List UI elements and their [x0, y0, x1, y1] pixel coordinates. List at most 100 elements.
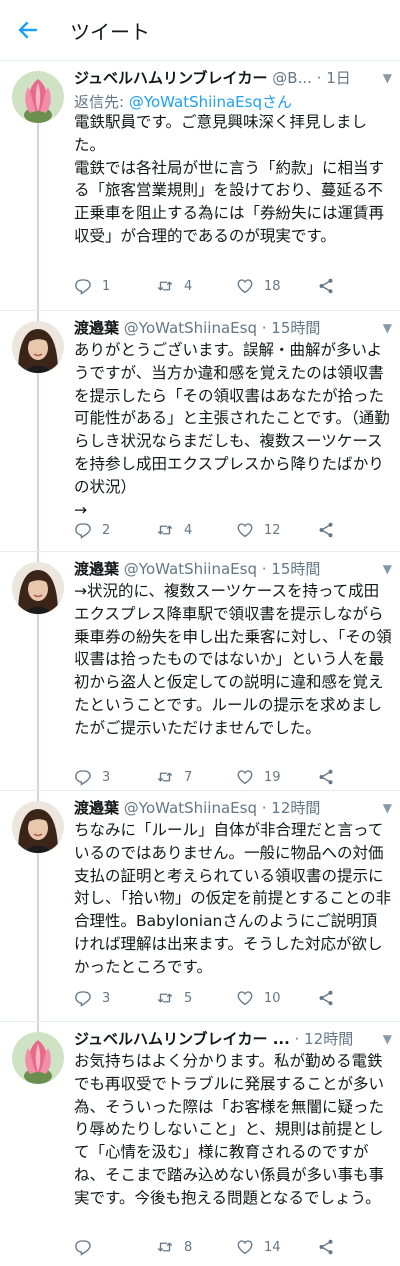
- like-button[interactable]: 19: [236, 768, 281, 786]
- share-button[interactable]: [317, 989, 335, 1007]
- display-name[interactable]: 渡邉葉: [74, 799, 119, 817]
- display-name[interactable]: ジュベルハムリンブレイカー ...: [74, 1030, 290, 1048]
- tweet[interactable]: ジュベルハムリンブレイカー @B... · 1日 ▼ 返信先: @YoWatSh…: [0, 61, 400, 311]
- retweet-button[interactable]: 7: [156, 768, 192, 786]
- reply-count: 3: [102, 990, 111, 1006]
- reply-count: 3: [102, 769, 111, 785]
- retweet-count: 4: [184, 278, 193, 294]
- avatar[interactable]: [12, 562, 64, 614]
- share-button[interactable]: [317, 277, 335, 295]
- like-count: 12: [264, 522, 281, 538]
- like-count: 18: [264, 278, 281, 294]
- tweet-text: 電鉄駅員です。ご意見興味深く拝見しました。 電鉄では各社局が世に言う「約款」に相…: [74, 113, 385, 245]
- retweet-icon: [156, 768, 174, 786]
- reply-button[interactable]: 3: [74, 989, 110, 1007]
- tweet-header: ジュベルハムリンブレイカー @B... · 1日: [74, 69, 351, 87]
- retweet-count: 4: [184, 522, 193, 538]
- thread-line: [37, 552, 39, 562]
- retweet-button[interactable]: 5: [156, 989, 192, 1007]
- like-button[interactable]: 10: [236, 989, 281, 1007]
- avatar[interactable]: [12, 1032, 64, 1084]
- tweet-header: 渡邉葉 @YoWatShiinaEsq · 15時間: [74, 560, 321, 578]
- tweet-actions: 3 7 19: [74, 768, 364, 790]
- reply-icon: [74, 989, 92, 1007]
- tweet-header: 渡邉葉 @YoWatShiinaEsq · 15時間: [74, 319, 321, 337]
- thread-line: [37, 311, 39, 321]
- retweet-icon: [156, 989, 174, 1007]
- thread-line: [37, 791, 39, 801]
- chevron-down-icon[interactable]: ▼: [383, 71, 392, 85]
- like-button[interactable]: 18: [236, 277, 281, 295]
- tweet[interactable]: ジュベルハムリンブレイカー ... · 12時間 ▼ お気持ちはよく分かります。…: [0, 1022, 400, 1266]
- share-button[interactable]: [317, 521, 335, 539]
- thread-line: [37, 1022, 39, 1032]
- tweet-text: ちなみに「ルール」自体が非合理だと言っているのではありません。一般に物品への対価…: [74, 821, 392, 976]
- display-name[interactable]: 渡邉葉: [74, 319, 119, 337]
- tweet[interactable]: 渡邉葉 @YoWatShiinaEsq · 15時間 ▼ ありがとうございます。…: [0, 311, 400, 552]
- retweet-button[interactable]: 4: [156, 521, 192, 539]
- tweet[interactable]: 渡邉葉 @YoWatShiinaEsq · 15時間 ▼ →状況的に、複数スーツ…: [0, 552, 400, 791]
- heart-icon: [236, 768, 254, 786]
- like-count: 19: [264, 769, 281, 785]
- reply-button[interactable]: 2: [74, 521, 110, 539]
- chevron-down-icon[interactable]: ▼: [383, 562, 392, 576]
- reply-to: 返信先: @YoWatShiinaEsqさん: [74, 91, 292, 113]
- tweet-actions: 2 4 12: [74, 521, 364, 543]
- chevron-down-icon[interactable]: ▼: [383, 1032, 392, 1046]
- user-handle[interactable]: @YoWatShiinaEsq: [124, 560, 257, 578]
- like-button[interactable]: 14: [236, 1238, 281, 1256]
- display-name[interactable]: 渡邉葉: [74, 560, 119, 578]
- retweet-icon: [156, 521, 174, 539]
- chevron-down-icon[interactable]: ▼: [383, 321, 392, 335]
- retweet-icon: [156, 277, 174, 295]
- tweet[interactable]: 渡邉葉 @YoWatShiinaEsq · 12時間 ▼ ちなみに「ルール」自体…: [0, 791, 400, 1022]
- reply-icon: [74, 521, 92, 539]
- retweet-icon: [156, 1238, 174, 1256]
- timestamp[interactable]: 12時間: [304, 1030, 353, 1048]
- retweet-button[interactable]: 4: [156, 277, 192, 295]
- reply-icon: [74, 1238, 92, 1256]
- timestamp[interactable]: 15時間: [271, 319, 320, 337]
- share-button[interactable]: [317, 1238, 335, 1256]
- tweet-actions: 8 14: [74, 1238, 364, 1260]
- reply-button[interactable]: [74, 1238, 102, 1256]
- reply-button[interactable]: 1: [74, 277, 110, 295]
- heart-icon: [236, 989, 254, 1007]
- retweet-button[interactable]: 8: [156, 1238, 192, 1256]
- avatar[interactable]: [12, 801, 64, 853]
- tweet-header: ジュベルハムリンブレイカー ... · 12時間: [74, 1030, 354, 1048]
- retweet-count: 8: [184, 1239, 193, 1255]
- heart-icon: [236, 1238, 254, 1256]
- reply-button[interactable]: 3: [74, 768, 110, 786]
- back-arrow-icon[interactable]: [16, 18, 40, 42]
- reply-count: 2: [102, 522, 111, 538]
- tweet-actions: 1 4 18: [74, 277, 364, 299]
- user-handle[interactable]: @B...: [272, 69, 312, 87]
- like-count: 14: [264, 1239, 281, 1255]
- thread-line: [37, 373, 39, 551]
- retweet-count: 5: [184, 990, 193, 1006]
- timestamp[interactable]: 12時間: [271, 799, 320, 817]
- avatar[interactable]: [12, 71, 64, 123]
- share-icon: [317, 768, 335, 786]
- retweet-count: 7: [184, 769, 193, 785]
- user-handle[interactable]: @YoWatShiinaEsq: [124, 319, 257, 337]
- user-handle[interactable]: @YoWatShiinaEsq: [124, 799, 257, 817]
- chevron-down-icon[interactable]: ▼: [383, 801, 392, 815]
- reply-to-link[interactable]: @YoWatShiinaEsqさん: [129, 93, 292, 111]
- tweet-text: →状況的に、複数スーツケースを持って成田エクスプレス降車駅で領収書を提示しながら…: [74, 582, 392, 737]
- avatar[interactable]: [12, 321, 64, 373]
- heart-icon: [236, 277, 254, 295]
- timestamp[interactable]: 15時間: [271, 560, 320, 578]
- top-bar: ツイート: [0, 0, 400, 61]
- heart-icon: [236, 521, 254, 539]
- share-button[interactable]: [317, 768, 335, 786]
- reply-icon: [74, 768, 92, 786]
- tweet-text: お気持ちはよく分かります。私が勤める電鉄でも再収受でトラブルに発展することが多い…: [74, 1052, 385, 1207]
- display-name[interactable]: ジュベルハムリンブレイカー: [74, 69, 268, 87]
- share-icon: [317, 1238, 335, 1256]
- like-button[interactable]: 12: [236, 521, 281, 539]
- timestamp[interactable]: 1日: [326, 69, 351, 87]
- reply-icon: [74, 277, 92, 295]
- like-count: 10: [264, 990, 281, 1006]
